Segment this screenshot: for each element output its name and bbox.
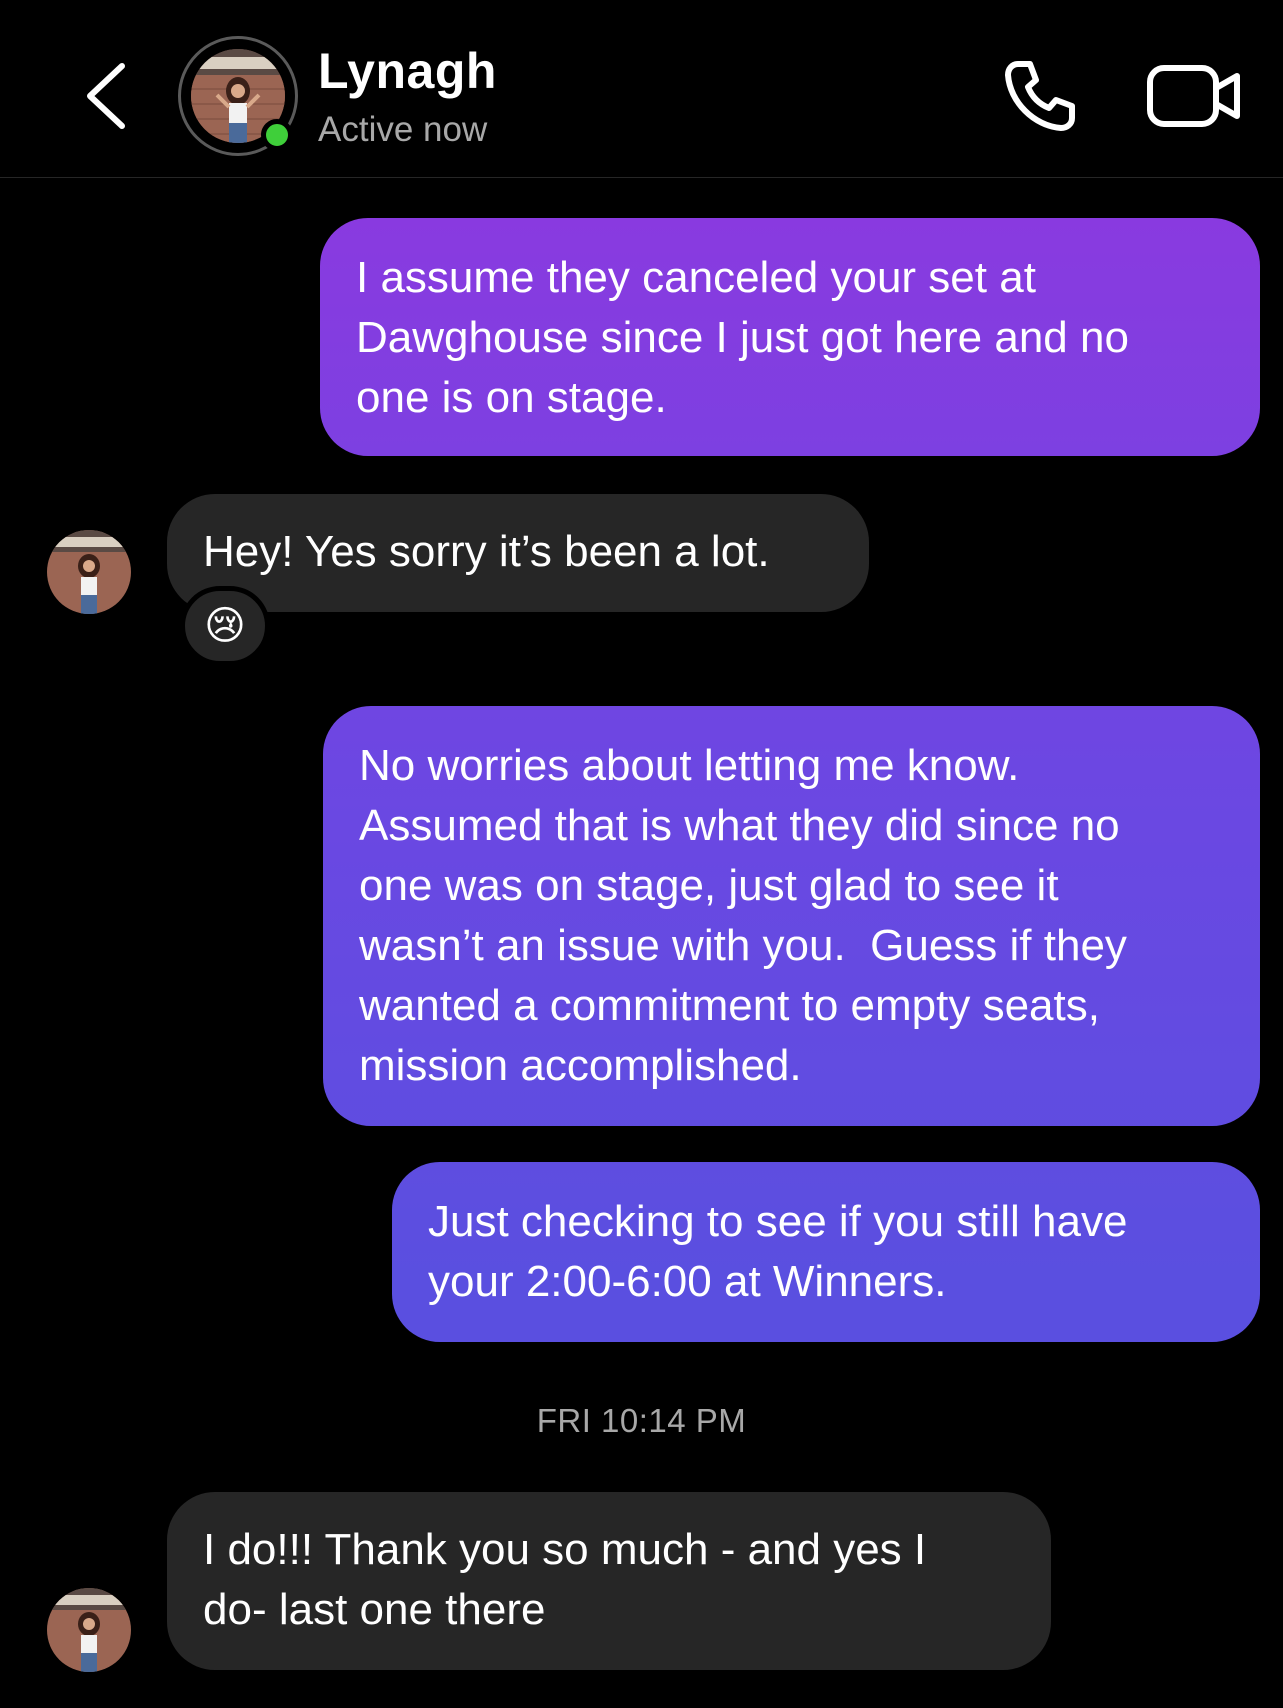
sender-avatar[interactable] [47,530,131,614]
message-line: wanted a commitment to empty seats, [359,981,1100,1030]
crying-face-emoji: 😢 [204,604,246,648]
message-line: mission accomplished. [359,1041,802,1090]
message-line: one was on stage, just glad to see it [359,861,1059,910]
message-bubble-incoming[interactable]: Hey! Yes sorry it’s been a lot. [167,494,869,612]
message-line: do- last one there [203,1585,546,1634]
chevron-left-icon[interactable] [78,58,134,134]
video-camera-icon[interactable] [1145,60,1245,132]
message-line: No worries about letting me know. [359,741,1020,790]
contact-avatar[interactable] [178,36,298,156]
message-line: Dawghouse since I just got here and no [356,313,1129,362]
message-line: one is on stage. [356,373,667,422]
message-line: your 2:00-6:00 at Winners. [428,1257,947,1306]
chat-header: Lynagh Active now [0,0,1283,178]
message-line: Just checking to see if you still have [428,1197,1128,1246]
message-line: wasn’t an issue with you. Guess if they [359,921,1127,970]
message-reaction[interactable]: 😢 [180,586,270,666]
contact-name[interactable]: Lynagh [318,42,497,100]
message-timestamp: FRI 10:14 PM [536,1402,747,1439]
message-line: Hey! Yes sorry it’s been a lot. [203,527,770,576]
message-bubble-outgoing[interactable]: No worries about letting me know. Assume… [323,706,1260,1126]
message-line: I assume they canceled your set at [356,253,1036,302]
message-line: Assumed that is what they did since no [359,801,1120,850]
online-status-dot [261,119,293,151]
contact-status: Active now [318,110,488,149]
sender-avatar[interactable] [47,1588,131,1672]
message-bubble-outgoing[interactable]: Just checking to see if you still have y… [392,1162,1260,1342]
message-bubble-outgoing[interactable]: I assume they canceled your set at Dawgh… [320,218,1260,456]
message-bubble-incoming[interactable]: I do!!! Thank you so much - and yes I do… [167,1492,1051,1670]
phone-icon[interactable] [1000,56,1080,136]
message-line: I do!!! Thank you so much - and yes I [203,1525,927,1574]
